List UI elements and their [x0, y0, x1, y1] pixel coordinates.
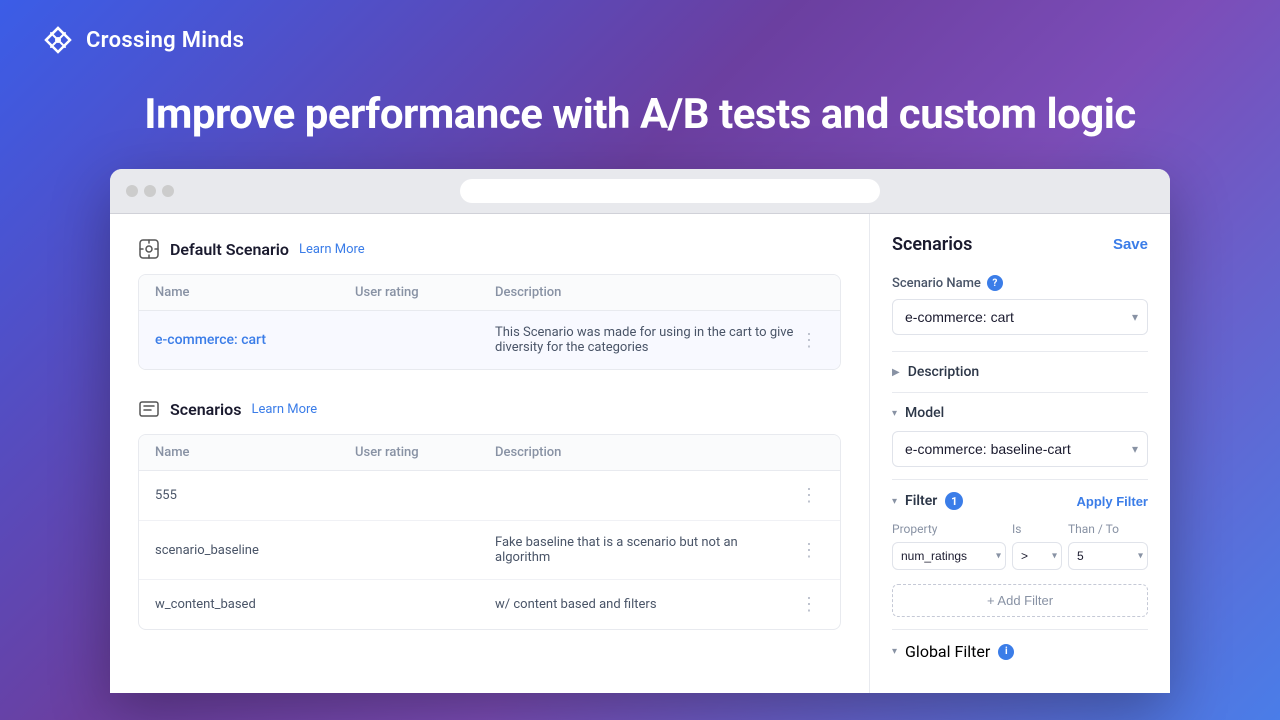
scenarios-col-menu — [794, 445, 824, 460]
global-filter-label: Global Filter — [905, 642, 990, 661]
browser-chrome — [110, 169, 1170, 214]
description-header[interactable]: ▶ Description — [892, 364, 1148, 380]
dot-minimize — [144, 185, 156, 197]
filter-columns-header: Property Is Than / To — [892, 522, 1148, 536]
right-panel-header: Scenarios Save — [892, 234, 1148, 255]
scenario-row-baseline[interactable]: scenario_baseline Fake baseline that is … — [139, 521, 840, 580]
scenario-row-content-desc: w/ content based and filters — [495, 597, 794, 612]
filter-than-to-label: Than / To — [1068, 522, 1148, 536]
default-row-desc: This Scenario was made for using in the … — [495, 325, 794, 355]
scenarios-icon — [138, 398, 160, 420]
model-header[interactable]: ▾ Model — [892, 405, 1148, 421]
crossing-minds-icon — [40, 22, 76, 58]
main-content: Default Scenario Learn More Name User ra… — [110, 214, 1170, 693]
brand-name: Crossing Minds — [86, 28, 244, 53]
model-content: e-commerce: baseline-cart ▾ — [892, 431, 1148, 467]
description-collapse-arrow: ▶ — [892, 367, 900, 378]
scenario-row-baseline-name: scenario_baseline — [155, 543, 355, 558]
filter-value-select[interactable]: 5 — [1068, 542, 1148, 570]
scenario-name-label: Scenario Name ? — [892, 275, 1148, 291]
default-scenario-title: Default Scenario — [170, 240, 289, 259]
scenario-row-content-based[interactable]: w_content_based w/ content based and fil… — [139, 580, 840, 629]
scenario-row-555-name: 555 — [155, 488, 355, 503]
filter-header: ▾ Filter 1 Apply Filter — [892, 492, 1148, 510]
scenarios-col-name: Name — [155, 445, 355, 460]
filter-is-select[interactable]: > — [1012, 542, 1062, 570]
filter-property-wrapper: num_ratings ▾ — [892, 542, 1006, 570]
filter-property-select[interactable]: num_ratings — [892, 542, 1006, 570]
dot-maximize — [162, 185, 174, 197]
description-section: ▶ Description — [892, 351, 1148, 392]
scenario-row-content-menu[interactable]: ⋮ — [794, 594, 824, 615]
browser-dots — [126, 185, 174, 197]
scenario-row-555-menu[interactable]: ⋮ — [794, 485, 824, 506]
filter-value-wrapper: 5 ▾ — [1068, 542, 1148, 570]
header: Crossing Minds — [0, 0, 1280, 80]
model-collapse-arrow: ▾ — [892, 408, 897, 419]
filter-is-wrapper: > ▾ — [1012, 542, 1062, 570]
default-row-name[interactable]: e-commerce: cart — [155, 332, 355, 348]
scenarios-learn-more[interactable]: Learn More — [251, 402, 317, 417]
filter-property-label: Property — [892, 522, 1006, 536]
right-panel-title: Scenarios — [892, 234, 972, 255]
scenarios-header: Scenarios Learn More — [138, 398, 841, 420]
scenario-row-555[interactable]: 555 ⋮ — [139, 471, 840, 521]
dot-close — [126, 185, 138, 197]
scenario-row-baseline-desc: Fake baseline that is a scenario but not… — [495, 535, 794, 565]
add-filter-button[interactable]: + Add Filter — [892, 584, 1148, 617]
filter-count-badge: 1 — [945, 492, 963, 510]
scenario-row-content-name: w_content_based — [155, 597, 355, 612]
default-scenario-icon — [138, 238, 160, 260]
global-filter-header[interactable]: ▾ Global Filter i — [892, 642, 1148, 661]
default-table-row[interactable]: e-commerce: cart This Scenario was made … — [139, 311, 840, 369]
filter-label: Filter — [905, 493, 937, 509]
default-scenario-learn-more[interactable]: Learn More — [299, 242, 365, 257]
default-scenario-header: Default Scenario Learn More — [138, 238, 841, 260]
model-select-wrapper: e-commerce: baseline-cart ▾ — [892, 431, 1148, 467]
default-col-desc: Description — [495, 285, 794, 300]
model-label: Model — [905, 405, 944, 421]
left-panel: Default Scenario Learn More Name User ra… — [110, 214, 870, 693]
scenarios-table-header: Name User rating Description — [139, 435, 840, 471]
right-panel: Scenarios Save Scenario Name ? e-commerc… — [870, 214, 1170, 693]
global-filter-info-icon: i — [998, 644, 1014, 660]
apply-filter-button[interactable]: Apply Filter — [1076, 494, 1148, 509]
scenario-name-select-wrapper: e-commerce: cart ▾ — [892, 299, 1148, 335]
filter-section: ▾ Filter 1 Apply Filter Property Is Than… — [892, 479, 1148, 629]
save-button[interactable]: Save — [1113, 236, 1148, 253]
default-table-header: Name User rating Description — [139, 275, 840, 311]
scenarios-col-rating: User rating — [355, 445, 495, 460]
default-row-menu[interactable]: ⋮ — [794, 330, 824, 351]
scenarios-col-desc: Description — [495, 445, 794, 460]
global-filter-arrow: ▾ — [892, 646, 897, 657]
model-select[interactable]: e-commerce: baseline-cart — [892, 431, 1148, 467]
filter-row: num_ratings ▾ > ▾ 5 — [892, 542, 1148, 570]
default-scenario-table: Name User rating Description e-commerce:… — [138, 274, 841, 370]
scenarios-title: Scenarios — [170, 400, 241, 419]
logo-area: Crossing Minds — [40, 22, 244, 58]
description-label: Description — [908, 364, 980, 380]
global-filter-section: ▾ Global Filter i — [892, 629, 1148, 673]
filter-header-left: ▾ Filter 1 — [892, 492, 963, 510]
hero-title: Improve performance with A/B tests and c… — [0, 80, 1280, 169]
model-section: ▾ Model e-commerce: baseline-cart ▾ — [892, 392, 1148, 479]
filter-is-label: Is — [1012, 522, 1062, 536]
scenario-name-group: Scenario Name ? e-commerce: cart ▾ — [892, 275, 1148, 335]
scenario-name-info-icon: ? — [987, 275, 1003, 291]
scenarios-table: Name User rating Description 555 ⋮ — [138, 434, 841, 630]
default-col-name: Name — [155, 285, 355, 300]
scenario-row-baseline-menu[interactable]: ⋮ — [794, 540, 824, 561]
browser-url-bar — [460, 179, 880, 203]
default-col-rating: User rating — [355, 285, 495, 300]
scenario-name-label-text: Scenario Name — [892, 276, 981, 291]
scenario-name-select[interactable]: e-commerce: cart — [892, 299, 1148, 335]
browser-window: Default Scenario Learn More Name User ra… — [110, 169, 1170, 693]
default-col-menu — [794, 285, 824, 300]
filter-collapse-arrow: ▾ — [892, 496, 897, 507]
